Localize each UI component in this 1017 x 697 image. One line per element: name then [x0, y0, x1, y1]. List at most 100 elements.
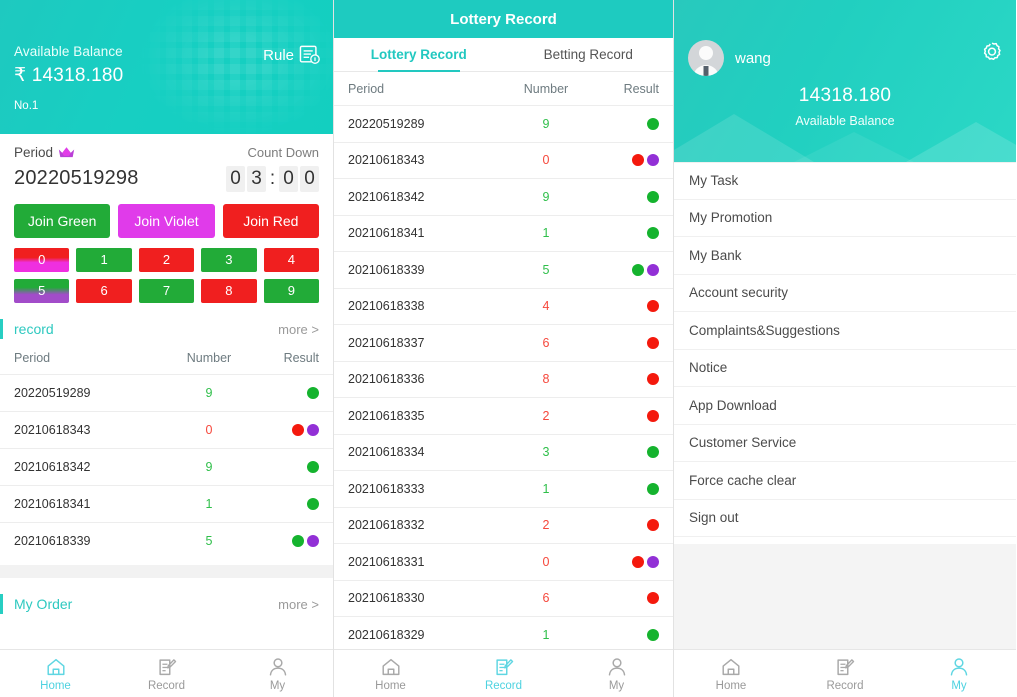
- number-button-8[interactable]: 8: [201, 279, 256, 303]
- table-row[interactable]: 20210618339 5: [0, 522, 333, 559]
- number-button-3[interactable]: 3: [201, 248, 256, 272]
- menu-item-account-security[interactable]: Account security: [674, 275, 1016, 313]
- number-button-5[interactable]: 5: [14, 279, 69, 303]
- table-row[interactable]: 20210618334 3: [334, 434, 673, 471]
- table-row[interactable]: 20210618343 0: [0, 411, 333, 448]
- tab-my[interactable]: My: [222, 650, 333, 697]
- menu-item-my-bank[interactable]: My Bank: [674, 237, 1016, 275]
- result-dot-red: [647, 592, 659, 604]
- bottom-tabbar-my: Home Record My: [674, 649, 1016, 697]
- number-button-4[interactable]: 4: [264, 248, 319, 272]
- order-more-link[interactable]: more >: [278, 597, 319, 612]
- result-dot-green: [292, 535, 304, 547]
- table-row[interactable]: 20220519289 9: [0, 374, 333, 411]
- decor-triangle-right: [906, 122, 1016, 162]
- table-row[interactable]: 20210618343 0: [334, 142, 673, 179]
- table-row[interactable]: 20210618337 6: [334, 324, 673, 361]
- join-buttons-row: Join Green Join Violet Join Red: [0, 200, 333, 238]
- table-row[interactable]: 20210618333 1: [334, 470, 673, 507]
- join-violet-button[interactable]: Join Violet: [118, 204, 214, 238]
- my-panel: wang 14318.180 Available Balance My Task…: [674, 0, 1016, 697]
- result-dot-green: [647, 629, 659, 641]
- cell-period: 20210618332: [348, 518, 493, 532]
- record-page-title: Lottery Record: [334, 0, 673, 38]
- number-button-0[interactable]: 0: [14, 248, 69, 272]
- cell-number: 0: [493, 153, 599, 167]
- menu-item-my-promotion[interactable]: My Promotion: [674, 200, 1016, 238]
- account-number: No.1: [14, 100, 319, 112]
- result-dot-violet: [307, 535, 319, 547]
- table-row[interactable]: 20210618338 4: [334, 288, 673, 325]
- order-section-title: My Order: [14, 596, 72, 612]
- my-icon: [267, 656, 289, 678]
- table-row[interactable]: 20210618339 5: [334, 251, 673, 288]
- record-more-link[interactable]: more >: [278, 322, 319, 337]
- tab-home[interactable]: Home: [674, 650, 788, 697]
- join-red-button[interactable]: Join Red: [223, 204, 319, 238]
- table-row[interactable]: 20210618342 9: [0, 448, 333, 485]
- result-dot-red: [647, 337, 659, 349]
- table-row[interactable]: 20210618335 2: [334, 397, 673, 434]
- rule-document-icon: [299, 45, 321, 65]
- table-row[interactable]: 20210618341 1: [0, 485, 333, 522]
- cell-number: 1: [493, 482, 599, 496]
- bottom-tabbar-record: Home Record My: [334, 649, 673, 697]
- number-button-2[interactable]: 2: [139, 248, 194, 272]
- cell-period: 20220519289: [14, 386, 159, 400]
- result-dot-red: [647, 410, 659, 422]
- tab-my[interactable]: My: [902, 650, 1016, 697]
- settings-button[interactable]: [980, 40, 1004, 69]
- tab-home[interactable]: Home: [0, 650, 111, 697]
- menu-item-label: My Promotion: [689, 210, 772, 225]
- tab-record[interactable]: Record: [788, 650, 902, 697]
- menu-item-notice[interactable]: Notice: [674, 350, 1016, 388]
- number-button-1[interactable]: 1: [76, 248, 131, 272]
- menu-item-my-task[interactable]: My Task: [674, 162, 1016, 200]
- countdown-digit: 0: [300, 166, 319, 192]
- menu-filler: [674, 544, 1016, 649]
- profile-user[interactable]: wang: [688, 40, 771, 76]
- table-row[interactable]: 20210618332 2: [334, 507, 673, 544]
- tab-betting-record[interactable]: Betting Record: [504, 38, 674, 71]
- cell-period: 20210618331: [348, 555, 493, 569]
- table-row[interactable]: 20210618336 8: [334, 361, 673, 398]
- tab-lottery-record[interactable]: Lottery Record: [334, 38, 504, 71]
- record-list-scroll[interactable]: Period Number Result 20220519289 9 20210…: [334, 72, 673, 649]
- table-row[interactable]: 20210618330 6: [334, 580, 673, 617]
- cell-number: 2: [493, 518, 599, 532]
- cell-result: [599, 592, 659, 604]
- table-row[interactable]: 20210618342 9: [334, 178, 673, 215]
- cell-result: [599, 154, 659, 166]
- tab-record[interactable]: Record: [447, 650, 560, 697]
- number-button-7[interactable]: 7: [139, 279, 194, 303]
- menu-item-customer-service[interactable]: Customer Service: [674, 425, 1016, 463]
- cell-period: 20210618334: [348, 445, 493, 459]
- result-dot-violet: [647, 264, 659, 276]
- table-row[interactable]: 20210618329 1: [334, 616, 673, 649]
- cell-number: 9: [159, 386, 259, 400]
- cell-period: 20210618330: [348, 591, 493, 605]
- join-green-button[interactable]: Join Green: [14, 204, 110, 238]
- menu-item-app-download[interactable]: App Download: [674, 387, 1016, 425]
- menu-item-sign-out[interactable]: Sign out: [674, 500, 1016, 538]
- menu-item-complaints-suggestions[interactable]: Complaints&Suggestions: [674, 312, 1016, 350]
- number-button-6[interactable]: 6: [76, 279, 131, 303]
- tab-record[interactable]: Record: [111, 650, 222, 697]
- table-row[interactable]: 20220519289 9: [334, 105, 673, 142]
- cell-period: 20210618339: [348, 263, 493, 277]
- available-balance-amount: ₹ 14318.180: [14, 64, 319, 87]
- rule-button[interactable]: Rule: [263, 45, 321, 65]
- section-divider-band: [0, 565, 333, 578]
- table-row[interactable]: 20210618341 1: [334, 215, 673, 252]
- number-button-9[interactable]: 9: [264, 279, 319, 303]
- menu-item-force-cache-clear[interactable]: Force cache clear: [674, 462, 1016, 500]
- tab-home[interactable]: Home: [334, 650, 447, 697]
- tab-label: Record: [148, 680, 185, 692]
- tab-my[interactable]: My: [560, 650, 673, 697]
- rule-label: Rule: [263, 47, 294, 64]
- cell-result: [599, 629, 659, 641]
- table-row[interactable]: 20210618331 0: [334, 543, 673, 580]
- countdown-digit: 0: [279, 166, 298, 192]
- order-section-header: My Order more >: [0, 592, 333, 616]
- countdown-colon: :: [268, 168, 277, 190]
